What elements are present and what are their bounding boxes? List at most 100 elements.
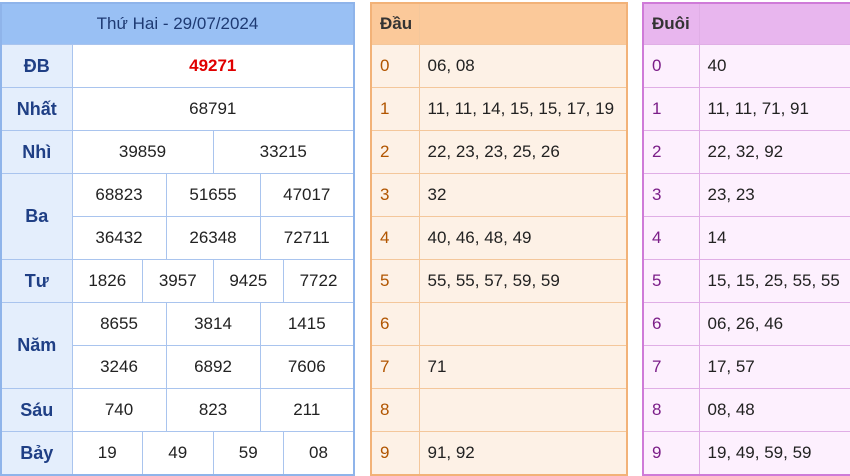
dau-digit: 5 <box>370 259 420 303</box>
dau-row: 4 40, 46, 48, 49 <box>370 216 628 260</box>
duoi-row: 5 15, 15, 25, 55, 55 <box>642 259 850 303</box>
duoi-header-blank <box>698 2 850 45</box>
dau-list: 55, 55, 57, 59, 59 <box>418 259 628 303</box>
prize-label-nhat: Nhất <box>0 87 73 131</box>
dau-digit: 9 <box>370 431 420 476</box>
duoi-row: 4 14 <box>642 216 850 260</box>
duoi-digit: 1 <box>642 87 700 131</box>
duoi-list: 23, 23 <box>698 173 850 217</box>
duoi-list: 22, 32, 92 <box>698 130 850 174</box>
prize-label-nam: Năm <box>0 302 73 389</box>
prize-label-ba: Ba <box>0 173 73 260</box>
dau-list: 71 <box>418 345 628 389</box>
dau-list <box>418 302 628 346</box>
duoi-digit: 5 <box>642 259 700 303</box>
dau-list: 91, 92 <box>418 431 628 476</box>
dau-list <box>418 388 628 432</box>
dau-table: Đầu 0 06, 08 1 11, 11, 14, 15, 15, 17, 19 … <box>370 2 628 476</box>
duoi-row: 7 17, 57 <box>642 345 850 389</box>
prize-row-sau: Sáu 740 823 211 <box>0 388 355 432</box>
duoi-list: 15, 15, 25, 55, 55 <box>698 259 850 303</box>
prize-value-bay: 59 <box>212 431 284 476</box>
dau-header-blank <box>418 2 628 45</box>
dau-row: 7 71 <box>370 345 628 389</box>
prize-value-tu: 9425 <box>212 259 284 303</box>
prize-label-bay: Bảy <box>0 431 73 476</box>
duoi-row: 0 40 <box>642 44 850 88</box>
prize-value-bay: 08 <box>283 431 355 476</box>
dau-row: 1 11, 11, 14, 15, 15, 17, 19 <box>370 87 628 131</box>
dau-row: 2 22, 23, 23, 25, 26 <box>370 130 628 174</box>
prize-value-nam: 8655 <box>71 302 167 346</box>
prize-row-ba: Ba 68823 51655 47017 <box>0 173 355 260</box>
prize-row-db: ĐB 49271 <box>0 44 355 88</box>
duoi-list: 06, 26, 46 <box>698 302 850 346</box>
prize-value-nhi: 33215 <box>212 130 355 174</box>
dau-row: 0 06, 08 <box>370 44 628 88</box>
prize-row-tu: Tư 1826 3957 9425 7722 <box>0 259 355 303</box>
prize-value-ba: 68823 <box>71 173 167 217</box>
dau-row: 5 55, 55, 57, 59, 59 <box>370 259 628 303</box>
duoi-digit: 9 <box>642 431 700 476</box>
duoi-digit: 7 <box>642 345 700 389</box>
duoi-row: 2 22, 32, 92 <box>642 130 850 174</box>
duoi-list: 19, 49, 59, 59 <box>698 431 850 476</box>
duoi-row: 9 19, 49, 59, 59 <box>642 431 850 476</box>
duoi-digit: 8 <box>642 388 700 432</box>
duoi-digit: 6 <box>642 302 700 346</box>
duoi-digit: 3 <box>642 173 700 217</box>
dau-digit: 6 <box>370 302 420 346</box>
duoi-row: 1 11, 11, 71, 91 <box>642 87 850 131</box>
duoi-row: 6 06, 26, 46 <box>642 302 850 346</box>
prize-label-sau: Sáu <box>0 388 73 432</box>
dau-list: 32 <box>418 173 628 217</box>
dau-row: 8 <box>370 388 628 432</box>
prize-value-tu: 7722 <box>283 259 355 303</box>
duoi-row: 8 08, 48 <box>642 388 850 432</box>
dau-digit: 7 <box>370 345 420 389</box>
prize-value-nam: 1415 <box>259 302 355 346</box>
prize-value-ba: 51655 <box>165 173 261 217</box>
prize-value-ba: 36432 <box>71 216 167 260</box>
dau-list: 40, 46, 48, 49 <box>418 216 628 260</box>
prize-value-nam: 6892 <box>165 345 261 389</box>
prize-row-bay: Bảy 19 49 59 08 <box>0 431 355 476</box>
prize-value-tu: 3957 <box>142 259 214 303</box>
prize-value-nam: 3814 <box>165 302 261 346</box>
duoi-list: 08, 48 <box>698 388 850 432</box>
dau-row: 6 <box>370 302 628 346</box>
dau-digit: 1 <box>370 87 420 131</box>
duoi-table: Đuôi 0 40 1 11, 11, 71, 91 2 22, 32, 92 3 23… <box>642 2 850 476</box>
prize-value-nam: 3246 <box>71 345 167 389</box>
dau-digit: 3 <box>370 173 420 217</box>
duoi-list: 14 <box>698 216 850 260</box>
prize-value-tu: 1826 <box>71 259 143 303</box>
dau-list: 22, 23, 23, 25, 26 <box>418 130 628 174</box>
prize-row-nhi: Nhì 39859 33215 <box>0 130 355 174</box>
prize-value-nhat: 68791 <box>71 87 355 131</box>
duoi-digit: 0 <box>642 44 700 88</box>
prize-label-tu: Tư <box>0 259 73 303</box>
prize-value-bay: 49 <box>142 431 214 476</box>
dau-digit: 8 <box>370 388 420 432</box>
prize-row-nam: Năm 8655 3814 1415 <box>0 302 355 389</box>
prize-value-db: 49271 <box>71 44 355 88</box>
prize-value-sau: 740 <box>71 388 167 432</box>
duoi-list: 11, 11, 71, 91 <box>698 87 850 131</box>
dau-row: 9 91, 92 <box>370 431 628 476</box>
prize-value-nam: 7606 <box>259 345 355 389</box>
duoi-digit: 2 <box>642 130 700 174</box>
duoi-row: 3 23, 23 <box>642 173 850 217</box>
prize-value-ba: 72711 <box>259 216 355 260</box>
results-table: Thứ Hai - 29/07/2024 ĐB 49271 Nhất 68791… <box>0 2 355 476</box>
prize-value-bay: 19 <box>71 431 143 476</box>
dau-list: 06, 08 <box>418 44 628 88</box>
prize-value-sau: 823 <box>165 388 261 432</box>
dau-header-label: Đầu <box>370 2 420 45</box>
prize-label-db: ĐB <box>0 44 73 88</box>
dau-list: 11, 11, 14, 15, 15, 17, 19 <box>418 87 628 131</box>
prize-value-ba: 26348 <box>165 216 261 260</box>
prize-value-nhi: 39859 <box>71 130 214 174</box>
prize-value-ba: 47017 <box>259 173 355 217</box>
dau-digit: 4 <box>370 216 420 260</box>
